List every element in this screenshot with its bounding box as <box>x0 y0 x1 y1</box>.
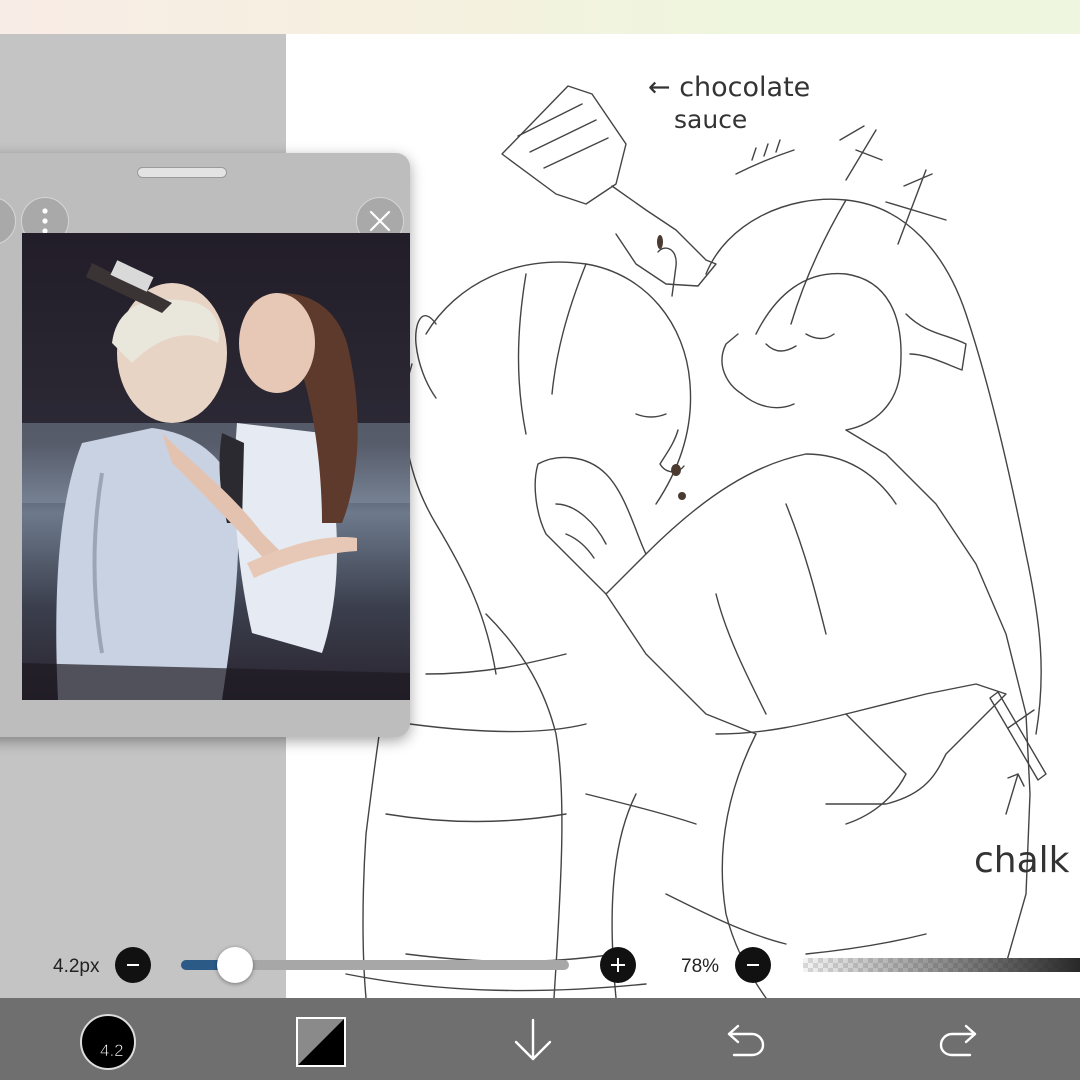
opacity-slider[interactable] <box>803 958 1080 972</box>
brush-size-decrease-button[interactable] <box>115 947 151 983</box>
reference-photo <box>22 233 410 700</box>
minus-icon <box>747 964 759 966</box>
arrow-down-icon[interactable] <box>512 1018 554 1062</box>
chalk-note: chalk <box>974 840 1070 881</box>
reference-prev-button[interactable] <box>0 197 16 245</box>
redo-icon[interactable] <box>938 1024 978 1058</box>
color-swatch-icon <box>298 1019 344 1065</box>
more-vertical-icon <box>42 208 48 234</box>
plus-icon <box>611 958 625 972</box>
close-icon <box>369 210 391 232</box>
reference-panel[interactable] <box>0 153 410 737</box>
sauce-note-line2: sauce <box>674 105 747 134</box>
panel-drag-handle[interactable] <box>137 167 227 178</box>
undo-icon[interactable] <box>726 1024 766 1058</box>
opacity-label: 78% <box>681 956 720 977</box>
brush-size-label: 4.2px <box>53 956 100 977</box>
opacity-decrease-button[interactable] <box>735 947 771 983</box>
brush-settings-size-label: 4.2 <box>100 1041 124 1061</box>
status-bar <box>0 0 1080 34</box>
brush-size-slider-knob[interactable] <box>217 947 253 983</box>
color-picker-button[interactable] <box>296 1017 346 1067</box>
sauce-note-line1: ← chocolate <box>648 72 810 103</box>
brush-size-increase-button[interactable] <box>600 947 636 983</box>
minus-icon <box>127 964 139 966</box>
